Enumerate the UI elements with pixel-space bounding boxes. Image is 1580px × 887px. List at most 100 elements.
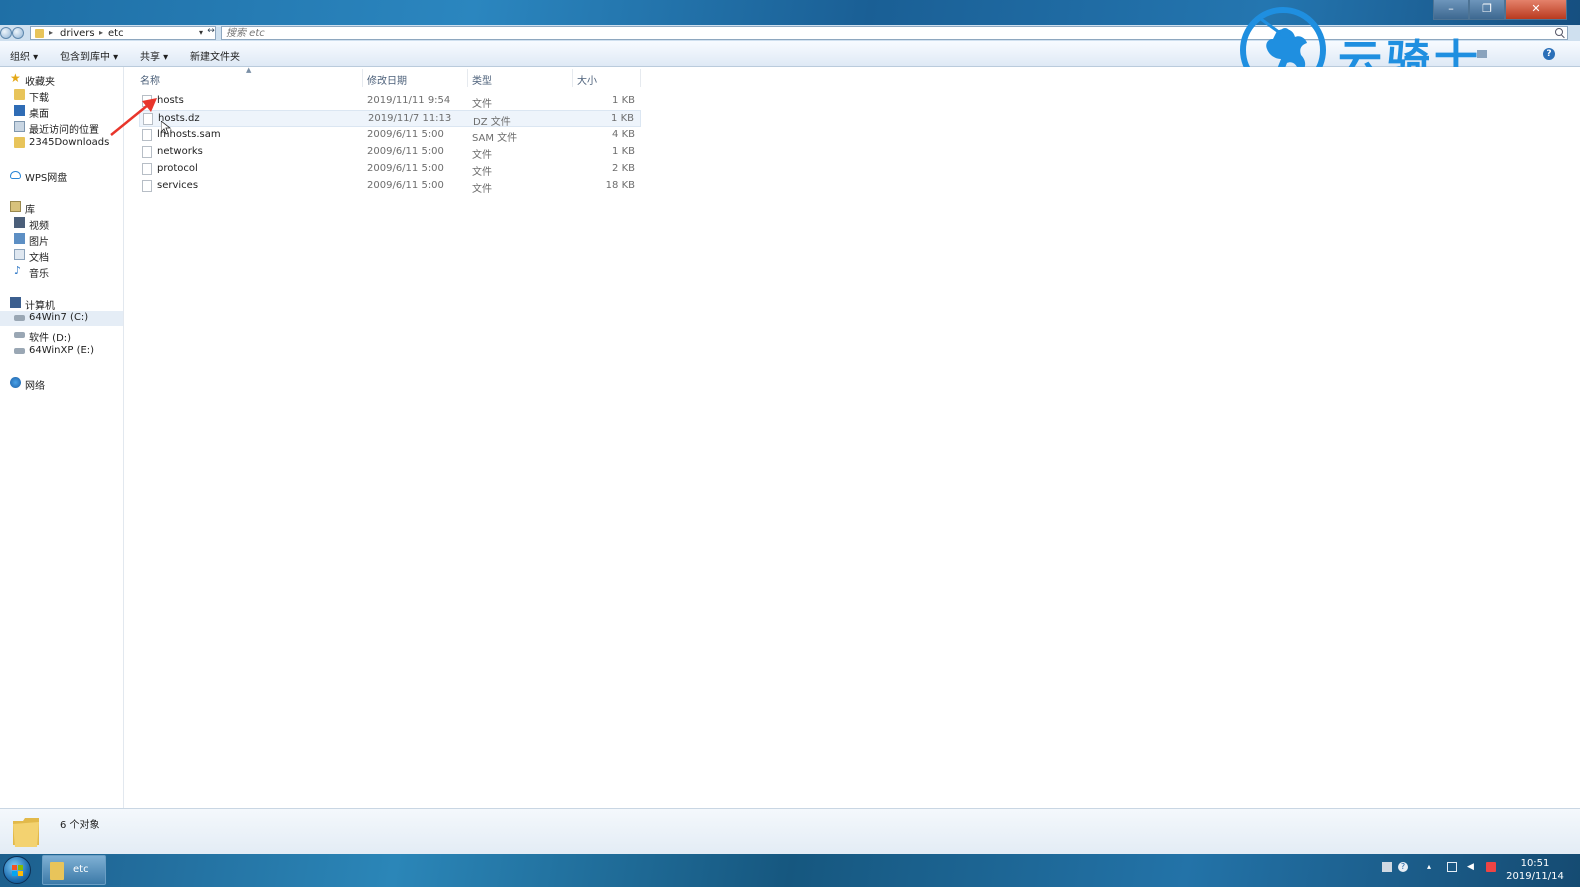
share-menu[interactable]: 共享 ▾: [140, 48, 168, 63]
column-header-size[interactable]: 大小: [577, 72, 597, 87]
folder-icon: [13, 818, 39, 847]
sidebar-item-documents[interactable]: 文档: [14, 248, 120, 264]
file-type: 文件: [472, 150, 492, 161]
sidebar-label: WPS网盘: [25, 173, 68, 184]
sidebar-favorites[interactable]: ★ 收藏夹: [10, 72, 120, 88]
sidebar-item-wps[interactable]: WPS网盘: [10, 168, 120, 184]
sidebar-label: 软件 (D:): [29, 333, 72, 344]
system-clock[interactable]: 10:51 2019/11/14: [1506, 857, 1564, 883]
folder-icon: [35, 29, 44, 38]
column-divider[interactable]: [362, 69, 363, 87]
sidebar-network[interactable]: 网络: [10, 376, 120, 392]
sidebar-label: 64Win7 (C:): [29, 312, 89, 323]
sidebar-computer[interactable]: 计算机: [10, 296, 120, 312]
back-button[interactable]: [0, 27, 12, 39]
file-size: 2 KB: [612, 163, 635, 174]
file-type: DZ 文件: [473, 117, 511, 128]
mouse-cursor-icon: [161, 121, 171, 135]
sidebar-item-videos[interactable]: 视频: [14, 216, 120, 232]
file-row[interactable]: protocol 2009/6/11 5:00 文件 2 KB: [139, 161, 641, 178]
cloud-icon: [10, 171, 21, 179]
recent-places-icon: [14, 121, 25, 132]
clock-time: 10:51: [1520, 858, 1550, 869]
address-bar[interactable]: ▸ drivers ▸ etc ▾: [30, 26, 216, 40]
sidebar-label: 收藏夹: [25, 77, 55, 88]
taskbar-item-explorer[interactable]: etc: [42, 855, 106, 885]
organize-menu[interactable]: 组织 ▾: [10, 48, 38, 63]
new-folder-button[interactable]: 新建文件夹: [190, 48, 240, 63]
help-tray-icon[interactable]: ?: [1398, 862, 1408, 872]
sidebar-item-drive-d[interactable]: 软件 (D:): [14, 328, 120, 344]
column-header-name[interactable]: 名称: [140, 72, 160, 87]
file-name: hosts: [157, 95, 184, 106]
document-icon: [14, 249, 25, 260]
drive-icon: [14, 348, 25, 354]
chevron-right-icon: ▸: [99, 28, 104, 37]
file-row[interactable]: lmhosts.sam 2009/6/11 5:00 SAM 文件 4 KB: [139, 127, 641, 144]
network-tray-icon[interactable]: [1447, 862, 1457, 872]
chevron-right-icon: ▸: [49, 28, 54, 37]
file-type: 文件: [472, 167, 492, 178]
sidebar-label: 桌面: [29, 109, 49, 120]
folder-icon: [50, 862, 64, 880]
action-center-flag-icon[interactable]: [1486, 862, 1496, 872]
desktop-icon: [14, 105, 25, 116]
file-row[interactable]: services 2009/6/11 5:00 文件 18 KB: [139, 178, 641, 195]
column-divider[interactable]: [640, 69, 641, 87]
file-date: 2009/6/11 5:00: [367, 146, 444, 157]
column-header-date[interactable]: 修改日期: [367, 72, 407, 87]
help-icon[interactable]: ?: [1543, 48, 1555, 60]
file-date: 2009/6/11 5:00: [367, 180, 444, 191]
volume-icon[interactable]: ◀: [1467, 862, 1477, 872]
details-pane: 6 个对象: [0, 808, 1580, 854]
sidebar-item-downloads[interactable]: 下载: [14, 88, 120, 104]
file-icon: [142, 180, 152, 192]
file-date: 2009/6/11 5:00: [367, 163, 444, 174]
sidebar-label: 最近访问的位置: [29, 125, 99, 136]
taskbar-item-label: etc: [73, 864, 89, 875]
sidebar-label: 库: [25, 205, 35, 216]
show-hidden-icons-icon[interactable]: ▴: [1427, 862, 1437, 872]
search-icon[interactable]: [1555, 28, 1563, 36]
taskbar: etc: [0, 854, 1580, 887]
breadcrumb-drivers[interactable]: drivers: [60, 28, 95, 39]
column-divider[interactable]: [467, 69, 468, 87]
file-type: SAM 文件: [472, 133, 518, 144]
network-icon: [10, 377, 21, 388]
sidebar-item-drive-c[interactable]: 64Win7 (C:): [0, 311, 123, 326]
sidebar-item-recent[interactable]: 最近访问的位置: [14, 120, 120, 136]
file-size: 1 KB: [612, 146, 635, 157]
sidebar-item-drive-e[interactable]: 64WinXP (E:): [14, 344, 120, 359]
sidebar-item-desktop[interactable]: 桌面: [14, 104, 120, 120]
sidebar-label: 图片: [29, 237, 49, 248]
include-in-library-menu[interactable]: 包含到库中 ▾: [60, 48, 118, 63]
sidebar-label: 视频: [29, 221, 49, 232]
chevron-down-icon[interactable]: ▾: [199, 28, 203, 37]
file-row[interactable]: hosts.dz 2019/11/7 11:13 DZ 文件 1 KB: [139, 110, 641, 128]
sidebar-label: 下载: [29, 93, 49, 104]
keyboard-icon[interactable]: [1382, 862, 1392, 872]
breadcrumb-etc[interactable]: etc: [108, 28, 124, 39]
column-header-type[interactable]: 类型: [472, 72, 492, 87]
sidebar-item-pictures[interactable]: 图片: [14, 232, 120, 248]
sidebar-label: 64WinXP (E:): [29, 345, 95, 356]
file-name: services: [157, 180, 199, 191]
sidebar-libraries[interactable]: 库: [10, 200, 120, 216]
item-count: 6 个对象: [60, 820, 100, 831]
start-button[interactable]: [3, 856, 31, 884]
sidebar-item-music[interactable]: ♪ 音乐: [14, 264, 120, 280]
file-row[interactable]: networks 2009/6/11 5:00 文件 1 KB: [139, 144, 641, 161]
sidebar-label: 文档: [29, 253, 49, 264]
forward-button[interactable]: [12, 27, 24, 39]
refresh-button[interactable]: ↔: [205, 26, 217, 40]
clock-date: 2019/11/14: [1506, 871, 1564, 882]
column-divider[interactable]: [572, 69, 573, 87]
computer-icon: [10, 297, 21, 308]
file-row[interactable]: hosts 2019/11/11 9:54 文件 1 KB: [139, 93, 641, 110]
file-date: 2019/11/11 9:54: [367, 95, 451, 106]
sidebar-label: 计算机: [25, 301, 55, 312]
file-date: 2019/11/7 11:13: [368, 113, 452, 124]
file-type: 文件: [472, 184, 492, 195]
sidebar-item-2345downloads[interactable]: 2345Downloads: [14, 136, 120, 151]
file-icon: [142, 163, 152, 175]
